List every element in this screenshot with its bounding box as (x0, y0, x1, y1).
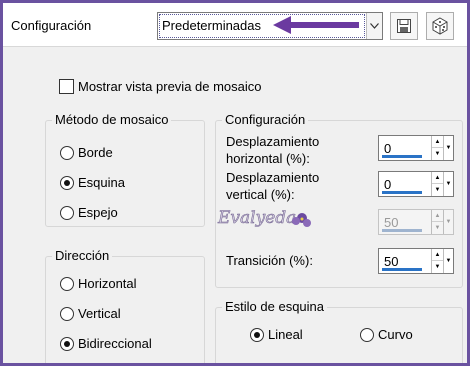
radio-bidireccional-label: Bidireccional (78, 336, 152, 351)
watermark-logo: Evalyeda (217, 208, 311, 228)
radio-esquina[interactable]: Esquina (60, 175, 125, 190)
spin-down-icon[interactable]: ▼ (432, 184, 443, 196)
watermark-text: Evalyeda (217, 208, 296, 228)
spin-arrows[interactable]: ▲ ▼ (431, 136, 443, 160)
transition-label: Transición (%): (226, 253, 313, 268)
value-bar (382, 155, 422, 158)
value-bar (382, 268, 422, 271)
settings-title: Configuración (222, 112, 309, 127)
corner-style-title: Estilo de esquina (222, 299, 328, 314)
radio-lineal[interactable]: Lineal (250, 327, 303, 342)
preview-tile-checkbox[interactable]: Mostrar vista previa de mosaico (59, 79, 262, 94)
direction-group: Dirección Horizontal Vertical Bidireccio… (45, 248, 205, 363)
radio-esquina-label: Esquina (78, 175, 125, 190)
spin-arrows[interactable]: ▲ ▼ (431, 249, 443, 273)
spin-down-icon[interactable]: ▼ (432, 261, 443, 273)
value-bar (382, 191, 422, 194)
v-offset-spinbox[interactable]: 0 ▲ ▼ ▼ (378, 171, 454, 197)
spin-dropdown-icon[interactable]: ▼ (443, 172, 453, 196)
tile-method-group: Método de mosaico Borde Esquina Espejo (45, 112, 205, 227)
v-offset-value[interactable]: 0 (384, 177, 391, 192)
preset-bar: Configuración Predeterminadas (3, 3, 467, 47)
annotation-arrow-icon (273, 16, 359, 34)
h-offset-spinbox[interactable]: 0 ▲ ▼ ▼ (378, 135, 454, 161)
radio-indicator[interactable] (250, 327, 264, 342)
radio-indicator[interactable] (60, 336, 74, 351)
save-icon (397, 19, 411, 33)
transition-spinbox[interactable]: 50 ▲ ▼ ▼ (378, 248, 454, 274)
spin-arrows[interactable]: ▲ ▼ (431, 172, 443, 196)
spin-down-icon[interactable]: ▼ (432, 148, 443, 160)
radio-indicator[interactable] (360, 327, 374, 342)
dropdown-arrow-icon[interactable] (366, 13, 382, 39)
spin-dropdown-icon[interactable]: ▼ (443, 249, 453, 273)
radio-horizontal[interactable]: Horizontal (60, 276, 137, 291)
radio-indicator[interactable] (60, 145, 74, 160)
radio-indicator[interactable] (60, 175, 74, 190)
radio-indicator[interactable] (60, 205, 74, 220)
radio-curvo[interactable]: Curvo (360, 327, 413, 342)
spin-up-icon[interactable]: ▲ (432, 136, 443, 148)
preset-label: Configuración (11, 18, 92, 33)
value-bar (382, 229, 422, 232)
radio-curvo-label: Curvo (378, 327, 413, 342)
corner-style-group: Estilo de esquina Lineal Curvo (215, 299, 463, 363)
disabled-value: 50 (384, 215, 399, 230)
checkbox-box[interactable] (59, 79, 74, 94)
h-offset-label-1: Desplazamiento (226, 134, 320, 149)
spin-up-icon: ▲ (432, 210, 443, 222)
radio-indicator[interactable] (60, 306, 74, 321)
radio-espejo-label: Espejo (78, 205, 118, 220)
h-offset-label-2: horizontal (%): (226, 151, 310, 166)
radio-bidireccional[interactable]: Bidireccional (60, 336, 152, 351)
spin-up-icon[interactable]: ▲ (432, 172, 443, 184)
radio-indicator[interactable] (60, 276, 74, 291)
radio-borde[interactable]: Borde (60, 145, 113, 160)
randomize-dice-icon (432, 17, 448, 35)
radio-lineal-label: Lineal (268, 327, 303, 342)
radio-vertical-label: Vertical (78, 306, 121, 321)
radio-borde-label: Borde (78, 145, 113, 160)
h-offset-value[interactable]: 0 (384, 141, 391, 156)
save-preset-button[interactable] (390, 12, 418, 40)
randomize-button[interactable] (426, 12, 454, 40)
spin-dropdown-icon[interactable]: ▼ (443, 136, 453, 160)
radio-horizontal-label: Horizontal (78, 276, 137, 291)
transition-value[interactable]: 50 (384, 254, 398, 269)
disabled-spinbox: 50 ▲ ▼ ▼ (378, 209, 454, 235)
direction-title: Dirección (52, 248, 113, 263)
tile-method-title: Método de mosaico (52, 112, 172, 127)
spin-dropdown-icon: ▼ (443, 210, 453, 234)
radio-espejo[interactable]: Espejo (60, 205, 118, 220)
spin-down-icon: ▼ (434, 225, 441, 231)
spin-arrows: ▲ ▼ (431, 210, 443, 234)
v-offset-label-1: Desplazamiento (226, 170, 320, 185)
radio-vertical[interactable]: Vertical (60, 306, 121, 321)
seamless-tiling-dialog: Configuración Predeterminadas Mostrar vi… (3, 3, 467, 363)
preview-tile-label: Mostrar vista previa de mosaico (78, 79, 262, 94)
spin-up-icon[interactable]: ▲ (432, 249, 443, 261)
